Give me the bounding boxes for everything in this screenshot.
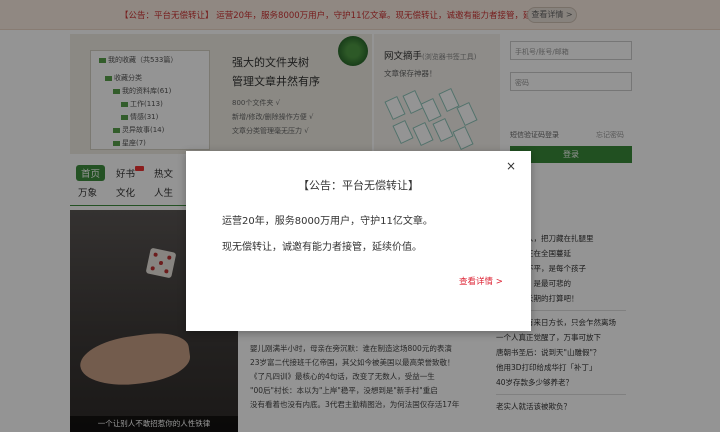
- modal-title: 【公告：平台无偿转让】: [298, 179, 419, 192]
- close-icon[interactable]: ×: [506, 158, 516, 174]
- modal-line-2: 现无偿转让，诚邀有能力者接管，延续价值。: [222, 242, 422, 253]
- announcement-modal: × 【公告：平台无偿转让】 运营20年，服务8000万用户，守护11亿文章。 现…: [186, 151, 531, 331]
- modal-line-1: 运营20年，服务8000万用户，守护11亿文章。: [222, 216, 433, 227]
- view-details-link[interactable]: 查看详情 >: [459, 275, 503, 287]
